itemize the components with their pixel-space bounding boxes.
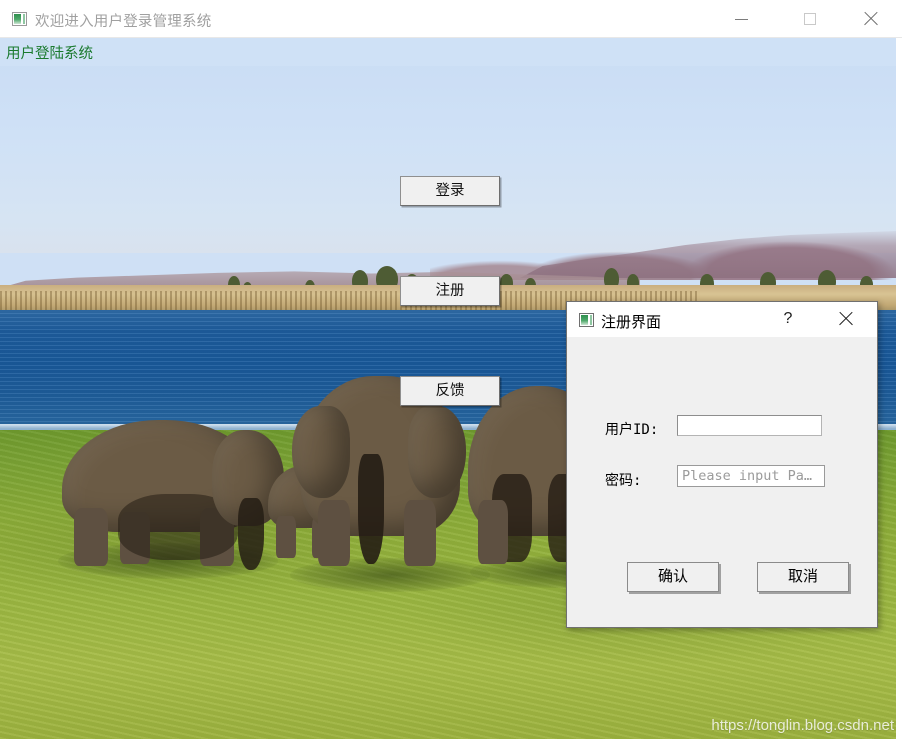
maximize-icon bbox=[804, 12, 816, 25]
minimize-icon bbox=[735, 18, 748, 20]
photo-elephant-trunk bbox=[238, 498, 264, 570]
close-button[interactable] bbox=[848, 0, 894, 37]
register-dialog: 注册界面 ? 用户ID: 密码: 确认 取消 bbox=[566, 301, 878, 628]
watermark-url: https://tonglin.blog.csdn.net bbox=[711, 717, 894, 734]
feedback-button[interactable]: 反馈 bbox=[400, 376, 500, 406]
photo-sky bbox=[0, 38, 896, 253]
photo-elephant-trunk bbox=[358, 454, 384, 564]
photo-elephant-ear bbox=[292, 406, 350, 498]
maximize-button[interactable] bbox=[787, 0, 833, 37]
register-button[interactable]: 注册 bbox=[400, 276, 500, 306]
main-application-window: 欢迎进入用户登录管理系统 用户登陆系统 登录 注册 反馈 https://ton… bbox=[0, 0, 902, 739]
photo-elephant-leg bbox=[404, 500, 436, 566]
dialog-title-bar: 注册界面 ? bbox=[567, 302, 877, 337]
photo-elephant-leg bbox=[478, 500, 508, 564]
window-title: 欢迎进入用户登录管理系统 bbox=[35, 14, 212, 30]
user-id-label: 用户ID: bbox=[605, 422, 659, 438]
cancel-button[interactable]: 取消 bbox=[757, 562, 849, 592]
window-title-bar: 欢迎进入用户登录管理系统 bbox=[0, 0, 902, 38]
window-client-area: 用户登陆系统 登录 注册 反馈 https://tonglin.blog.csd… bbox=[0, 38, 902, 739]
password-input[interactable] bbox=[677, 465, 825, 487]
user-id-input[interactable] bbox=[677, 415, 822, 436]
page-title: 用户登陆系统 bbox=[6, 46, 93, 62]
login-button[interactable]: 登录 bbox=[400, 176, 500, 206]
dialog-window-icon bbox=[579, 313, 594, 327]
photo-elephant-ear bbox=[408, 406, 466, 498]
help-button[interactable]: ? bbox=[769, 302, 807, 336]
confirm-button[interactable]: 确认 bbox=[627, 562, 719, 592]
close-icon bbox=[862, 10, 880, 28]
close-icon bbox=[837, 310, 855, 328]
header-strip: 用户登陆系统 bbox=[0, 38, 896, 66]
password-label: 密码: bbox=[605, 473, 642, 489]
dialog-body: 用户ID: 密码: 确认 取消 bbox=[567, 337, 877, 627]
photo-elephant-leg bbox=[74, 508, 108, 566]
dialog-close-button[interactable] bbox=[827, 302, 865, 336]
photo-elephant-leg bbox=[276, 516, 296, 558]
dialog-title: 注册界面 bbox=[601, 314, 662, 331]
app-window-icon bbox=[12, 12, 27, 26]
minimize-button[interactable] bbox=[718, 0, 764, 37]
photo-elephant-leg bbox=[318, 500, 350, 566]
